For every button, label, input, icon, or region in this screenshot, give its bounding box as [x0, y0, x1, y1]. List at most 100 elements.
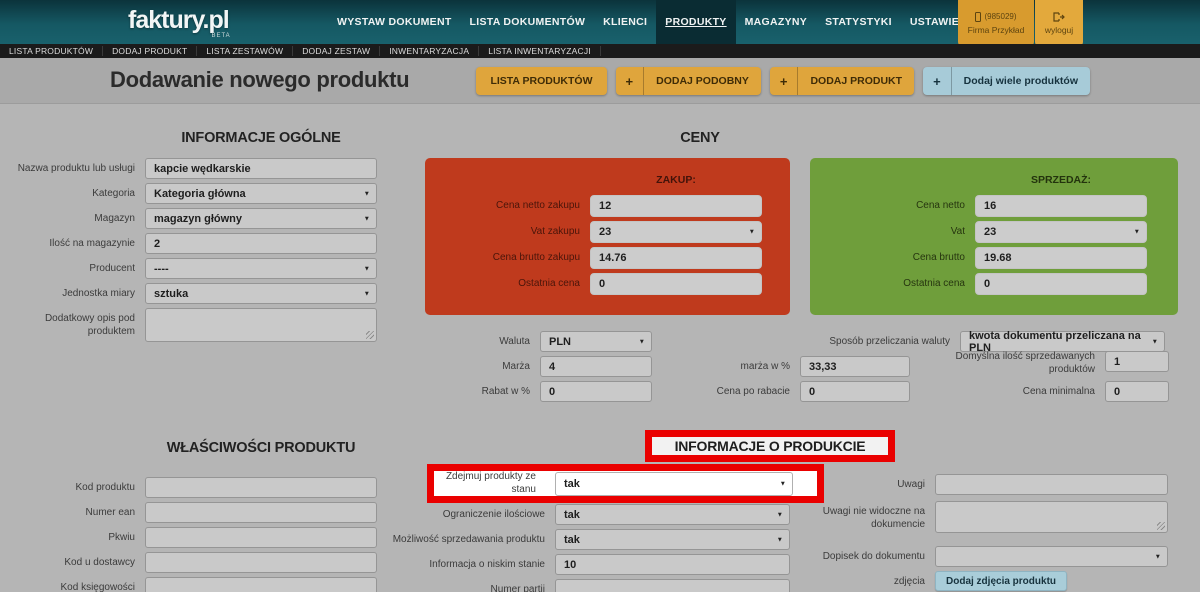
- field-label: Pkwiu: [10, 527, 145, 545]
- header-buttons: LISTA PRODUKTÓW + DODAJ PODOBNY + DODAJ …: [476, 67, 1090, 95]
- section-title-general: INFORMACJE OGÓLNE: [145, 130, 377, 146]
- margin-input[interactable]: 4: [540, 356, 652, 377]
- sale-last-price-input[interactable]: 0: [975, 273, 1147, 295]
- app-logo[interactable]: faktury.pl BETA: [128, 6, 229, 35]
- hidden-remarks-textarea[interactable]: [935, 501, 1168, 533]
- sub-navigation: LISTA PRODUKTÓW DODAJ PRODUKT LISTA ZEST…: [0, 44, 1200, 58]
- section-title-properties: WŁAŚCIWOŚCI PRODUKTU: [145, 440, 377, 456]
- subnav-item-dodaj-zestaw[interactable]: DODAJ ZESTAW: [293, 46, 380, 56]
- field-label: Numer ean: [10, 502, 145, 520]
- purchase-last-price-input[interactable]: 0: [590, 273, 762, 295]
- price-after-discount-input[interactable]: 0: [800, 381, 910, 402]
- category-select[interactable]: Kategoria główna▼: [145, 183, 377, 204]
- add-product-button[interactable]: + DODAJ PRODUKT: [770, 67, 914, 95]
- currency-conversion-select[interactable]: kwota dokumentu przeliczana na PLN▼: [960, 331, 1165, 352]
- default-qty-input[interactable]: 1: [1105, 351, 1169, 372]
- margin-pct-input[interactable]: 33,33: [800, 356, 910, 377]
- subnav-item-lista-produktow[interactable]: LISTA PRODUKTÓW: [0, 46, 103, 56]
- purchase-box-title: ZAKUP:: [590, 174, 762, 186]
- stock-input[interactable]: 2: [145, 233, 377, 254]
- sale-gross-input[interactable]: 19.68: [975, 247, 1147, 269]
- dropdown-arrow-icon: ▼: [639, 338, 645, 345]
- min-price-input[interactable]: 0: [1105, 381, 1169, 402]
- subnav-item-lista-zestawow[interactable]: LISTA ZESTAWÓW: [197, 46, 293, 56]
- subnav-item-lista-inwentaryzacji[interactable]: LISTA INWENTARYZACJI: [479, 46, 601, 56]
- section-title-product-info: INFORMACJE O PRODUKCIE: [675, 438, 866, 454]
- field-label: Uwagi nie widoczne na dokumencie: [750, 501, 935, 531]
- field-label: Magazyn: [10, 208, 145, 226]
- description-textarea[interactable]: [145, 308, 377, 342]
- dropdown-arrow-icon: ▼: [749, 229, 755, 236]
- nav-item-wystaw-dokument[interactable]: WYSTAW DOKUMENT: [328, 0, 461, 44]
- remarks-input[interactable]: [935, 474, 1168, 495]
- dropdown-arrow-icon: ▼: [364, 265, 370, 272]
- field-label: Cena netto: [810, 195, 975, 213]
- sale-net-input[interactable]: 16: [975, 195, 1147, 217]
- field-label: Marża: [380, 356, 540, 374]
- discount-input[interactable]: 0: [540, 381, 652, 402]
- nav-item-produkty[interactable]: PRODUKTY: [656, 0, 735, 44]
- purchase-vat-select[interactable]: 23▼: [590, 221, 762, 243]
- field-label: Domyślna ilość sprzedawanych produktów: [945, 351, 1105, 376]
- field-label: Ostatnia cena: [425, 273, 590, 291]
- add-photos-button[interactable]: Dodaj zdjęcia produktu: [935, 571, 1067, 591]
- field-label: marża w %: [655, 356, 800, 374]
- highlight-box-remove-from-stock: Zdejmuj produkty ze stanu tak▼: [427, 464, 824, 503]
- dropdown-arrow-icon: ▼: [1134, 229, 1140, 236]
- subnav-item-inwentaryzacja[interactable]: INWENTARYZACJA: [380, 46, 479, 56]
- logout-button[interactable]: wyloguj: [1035, 0, 1083, 46]
- dropdown-arrow-icon: ▼: [364, 290, 370, 297]
- field-label: Cena brutto: [810, 247, 975, 265]
- nav-item-magazyny[interactable]: MAGAZYNY: [736, 0, 816, 44]
- list-products-button[interactable]: LISTA PRODUKTÓW: [476, 67, 606, 95]
- account-name: Firma Przykład: [968, 25, 1025, 35]
- field-label: Cena po rabacie: [655, 381, 800, 399]
- doc-note-select[interactable]: ▼: [935, 546, 1168, 567]
- field-label: Kod u dostawcy: [10, 552, 145, 570]
- field-label: Możliwość sprzedawania produktu: [295, 529, 555, 547]
- warehouse-select[interactable]: magazyn główny▼: [145, 208, 377, 229]
- page: faktury.pl BETA WYSTAW DOKUMENT LISTA DO…: [0, 0, 1200, 592]
- field-label: Sposób przeliczania waluty: [658, 331, 960, 349]
- sale-price-box: SPRZEDAŻ: Cena netto 16 Vat 23▼ Cena bru…: [810, 158, 1178, 315]
- sale-vat-select[interactable]: 23▼: [975, 221, 1147, 243]
- remove-from-stock-select[interactable]: tak▼: [555, 472, 793, 496]
- field-label: Kod produktu: [10, 477, 145, 495]
- field-label: Waluta: [380, 331, 540, 349]
- purchase-gross-input[interactable]: 14.76: [590, 247, 762, 269]
- account-area: (985029) Firma Przykład wyloguj: [958, 0, 1083, 46]
- field-label: Vat: [810, 221, 975, 239]
- unit-select[interactable]: sztuka▼: [145, 283, 377, 304]
- field-label: Ilość na magazynie: [10, 233, 145, 251]
- product-name-field[interactable]: kapcie wędkarskie: [145, 158, 377, 179]
- nav-item-klienci[interactable]: KLIENCI: [594, 0, 656, 44]
- add-similar-button[interactable]: + DODAJ PODOBNY: [616, 67, 761, 95]
- phone-icon: [975, 12, 981, 22]
- page-title: Dodawanie nowego produktu: [110, 67, 409, 93]
- dropdown-arrow-icon: ▼: [364, 215, 370, 222]
- highlight-box-product-info-title: INFORMACJE O PRODUKCIE: [645, 430, 895, 462]
- field-label: Informacja o niskim stanie: [295, 554, 555, 572]
- nav-item-lista-dokumentow[interactable]: LISTA DOKUMENTÓW: [461, 0, 595, 44]
- purchase-net-input[interactable]: 12: [590, 195, 762, 217]
- add-many-products-button[interactable]: + Dodaj wiele produktów: [923, 67, 1090, 95]
- logout-label: wyloguj: [1045, 25, 1073, 35]
- account-info-button[interactable]: (985029) Firma Przykład: [958, 0, 1034, 46]
- field-label: Nazwa produktu lub usługi: [10, 158, 145, 176]
- subnav-item-dodaj-produkt[interactable]: DODAJ PRODUKT: [103, 46, 197, 56]
- field-label: Numer partii: [295, 579, 555, 592]
- plus-icon: +: [770, 67, 799, 95]
- nav-item-statystyki[interactable]: STATYSTYKI: [816, 0, 901, 44]
- field-label: Kod księgowości: [10, 577, 145, 592]
- field-label: Kategoria: [10, 183, 145, 201]
- account-number: (985029): [984, 12, 1016, 21]
- field-label: Producent: [10, 258, 145, 276]
- product-code-input[interactable]: [145, 477, 377, 498]
- field-label: Cena brutto zakupu: [425, 247, 590, 265]
- field-label: Vat zakupu: [425, 221, 590, 239]
- plus-icon: +: [923, 67, 952, 95]
- currency-select[interactable]: PLN▼: [540, 331, 652, 352]
- field-label: Jednostka miary: [10, 283, 145, 301]
- logout-icon: [1053, 12, 1065, 22]
- producer-select[interactable]: ----▼: [145, 258, 377, 279]
